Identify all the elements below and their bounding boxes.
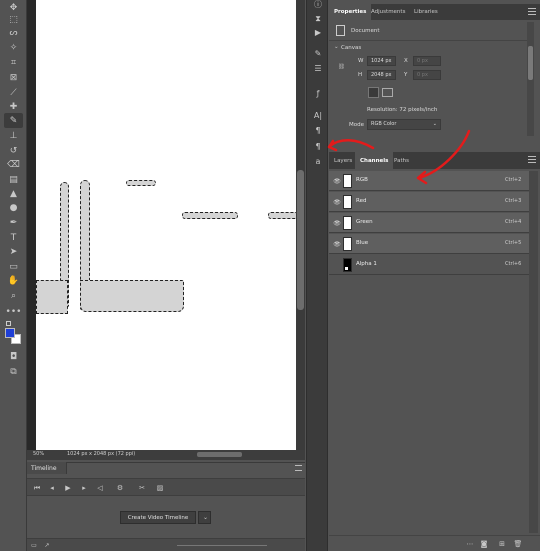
annotation-overlay: [327, 129, 471, 185]
annotation-arrow: [328, 139, 375, 150]
annotation-arrow: [417, 129, 471, 180]
